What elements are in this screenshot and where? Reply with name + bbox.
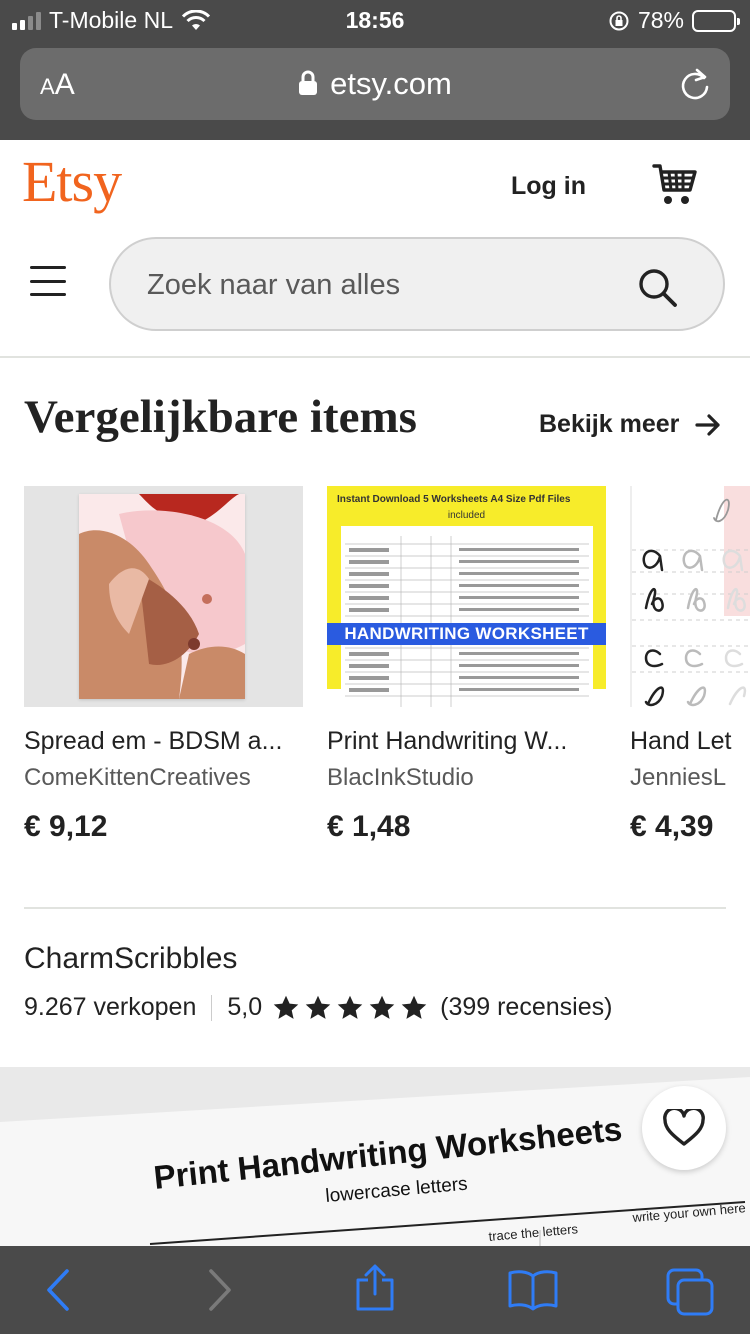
back-icon[interactable]: [44, 1268, 72, 1312]
listing-shop: JenniesL: [630, 764, 727, 791]
shop-rating: 5,0: [227, 993, 263, 1021]
thumb-caption: Instant Download 5 Worksheets A4 Size Pd…: [337, 494, 571, 505]
section-title: Vergelijkbare items: [24, 391, 417, 443]
listing-card[interactable]: Hand Let JenniesL € 4,39: [630, 486, 750, 844]
status-bar: T-Mobile NL 18:56 78%: [0, 0, 750, 40]
listing-hero-image[interactable]: Print Handwriting Worksheets lowercase l…: [0, 1067, 750, 1247]
menu-icon[interactable]: [30, 266, 66, 296]
battery-icon: [692, 9, 740, 32]
search-bar[interactable]: [109, 237, 725, 331]
listing-shop: ComeKittenCreatives: [24, 764, 251, 791]
listing-image[interactable]: [630, 486, 750, 707]
share-icon[interactable]: [353, 1264, 397, 1312]
lock-icon: [299, 70, 318, 95]
tabs-icon[interactable]: [666, 1268, 714, 1316]
shop-name[interactable]: CharmScribbles: [24, 942, 237, 976]
search-icon[interactable]: [637, 267, 679, 309]
listing-price: € 1,48: [327, 810, 411, 843]
illustration-art: [79, 494, 245, 699]
battery-percent: 78%: [637, 7, 684, 33]
login-button[interactable]: Log in: [511, 172, 586, 201]
bookmarks-icon[interactable]: [507, 1268, 559, 1312]
see-more-label: Bekijk meer: [539, 410, 680, 438]
star-icon: [369, 995, 395, 1019]
favorite-button[interactable]: [642, 1086, 726, 1170]
star-icon: [401, 995, 427, 1019]
listing-price: € 4,39: [630, 810, 714, 843]
shop-sales: 9.267 verkopen: [24, 993, 197, 1021]
listing-price: € 9,12: [24, 810, 108, 843]
etsy-logo[interactable]: Etsy: [22, 148, 122, 215]
listing-card[interactable]: Spread em - BDSM a... ComeKittenCreative…: [24, 486, 303, 844]
thumb-banner: HANDWRITING WORKSHEET: [327, 623, 606, 645]
address-bar[interactable]: AA etsy.com: [20, 48, 730, 120]
rotation-lock-icon: [609, 11, 629, 30]
star-icon: [273, 995, 299, 1019]
listing-title[interactable]: Print Handwriting W...: [327, 727, 606, 756]
reload-icon[interactable]: [678, 66, 712, 102]
rating-stars: [272, 994, 428, 1022]
listing-image[interactable]: Instant Download 5 Worksheets A4 Size Pd…: [327, 486, 606, 707]
cursive-preview: [632, 486, 750, 707]
shop-reviews[interactable]: (399 recensies): [440, 993, 612, 1022]
see-more-link[interactable]: Bekijk meer: [539, 410, 721, 439]
url-domain: etsy.com: [330, 66, 452, 101]
heart-icon: [663, 1109, 705, 1146]
thumb-subcaption: included: [447, 510, 486, 521]
browser-bottom-bar: [0, 1246, 750, 1334]
forward-icon[interactable]: [206, 1268, 234, 1312]
search-input[interactable]: [147, 265, 607, 305]
hero-illustration: Print Handwriting Worksheets lowercase l…: [0, 1067, 750, 1247]
arrow-right-icon: [695, 413, 720, 436]
meta-separator: [211, 994, 213, 1021]
browser-toolbar: AA etsy.com: [0, 40, 750, 140]
similar-items-carousel[interactable]: Spread em - BDSM a... ComeKittenCreative…: [0, 486, 750, 866]
listing-title[interactable]: Hand Let: [630, 727, 750, 756]
cart-icon[interactable]: [652, 162, 698, 208]
worksheet-preview: [345, 536, 589, 707]
listing-shop: BlacInkStudio: [327, 764, 474, 791]
section-divider: [24, 907, 726, 909]
listing-title[interactable]: Spread em - BDSM a...: [24, 727, 303, 756]
star-icon: [337, 995, 363, 1019]
site-header: Etsy Log in: [0, 140, 750, 358]
listing-card[interactable]: Instant Download 5 Worksheets A4 Size Pd…: [327, 486, 606, 844]
listing-image[interactable]: [24, 486, 303, 707]
star-icon: [305, 995, 331, 1019]
shop-meta: 9.267 verkopen 5,0 (399 recensies): [24, 993, 612, 1022]
